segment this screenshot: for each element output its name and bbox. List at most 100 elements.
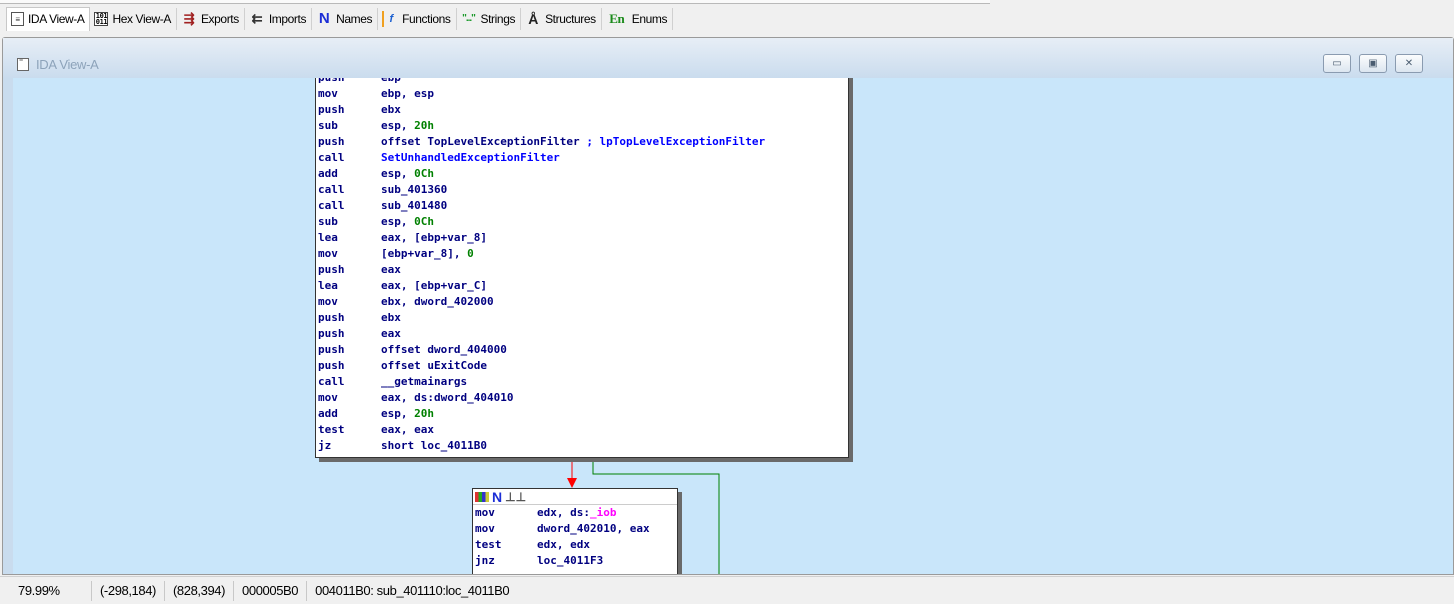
operands: eax, eax — [381, 423, 434, 436]
tab-strings[interactable]: "..." Strings — [457, 7, 522, 30]
functions-icon: f — [382, 10, 398, 27]
instruction-row[interactable]: call __getmainargs — [316, 374, 848, 390]
ida-view-window: ≡ IDA View-A ▭ ▣ ✕ pushebpmovebp, esppus… — [2, 37, 1454, 575]
graph-view[interactable]: pushebpmovebp, esppushebxsubesp, 20hpush… — [13, 78, 1453, 574]
mnemonic: call — [318, 183, 345, 196]
tab-ida-view-a[interactable]: ≡ IDA View-A — [6, 6, 91, 31]
tab-hex-view-a[interactable]: 101 011 Hex View-A — [90, 7, 177, 30]
operands: short loc_4011B0 — [381, 439, 487, 452]
mnemonic: mov — [475, 506, 495, 519]
code-block-entry[interactable]: pushebpmovebp, esppushebxsubesp, 20hpush… — [315, 78, 849, 458]
mnemonic: add — [318, 167, 338, 180]
operands: eax, [ebp+var_8] — [381, 231, 487, 244]
instruction-row[interactable]: mov ebp, esp — [316, 86, 848, 102]
operands: ebp — [381, 78, 401, 86]
instruction-row[interactable]: add esp, 20h — [316, 406, 848, 422]
restore-button[interactable]: ▣ — [1359, 54, 1387, 73]
cursor-coordinates: (-298,184) — [92, 580, 165, 601]
operands: eax, [ebp+var_C] — [381, 279, 487, 292]
mnemonic: push — [318, 327, 345, 340]
instruction-row[interactable]: sub esp, 20h — [316, 118, 848, 134]
operands: SetUnhandledExceptionFilter — [381, 151, 560, 164]
window-title-bar[interactable]: ≡ IDA View-A ▭ ▣ ✕ — [3, 38, 1453, 78]
instruction-row[interactable]: push offset uExitCode — [316, 358, 848, 374]
instruction-row[interactable]: mov dword_402010, eax — [473, 521, 677, 537]
operands: __getmainargs — [381, 375, 468, 388]
mnemonic: push — [318, 343, 345, 356]
tab-exports[interactable]: ⇶ Exports — [177, 7, 245, 30]
instruction-row[interactable]: push eax — [316, 326, 848, 342]
mnemonic: sub — [318, 119, 338, 132]
mnemonic: test — [318, 423, 345, 436]
instruction-row[interactable]: mov [ebp+var_8], 0 — [316, 246, 848, 262]
top-separator — [0, 0, 990, 4]
operands: ebp, esp — [381, 87, 434, 100]
instruction-row[interactable]: push offset TopLevelExceptionFilter ; lpT… — [316, 134, 848, 150]
tab-label: Names — [336, 11, 373, 26]
color-palette-icon[interactable] — [475, 491, 489, 502]
instruction-row[interactable]: push eax — [316, 262, 848, 278]
instruction-row[interactable]: push offset dword_404000 — [316, 342, 848, 358]
instruction-row[interactable]: jz short loc_4011B0 — [316, 438, 848, 454]
instruction-row[interactable]: mov eax, ds:dword_404010 — [316, 390, 848, 406]
instruction-row[interactable]: push ebx — [316, 102, 848, 118]
group-icon[interactable]: ⊥⊥ — [505, 489, 526, 505]
instruction-row[interactable]: lea eax, [ebp+var_8] — [316, 230, 848, 246]
operands: offset uExitCode — [381, 359, 487, 372]
current-location: 004011B0: sub_401110:loc_4011B0 — [315, 583, 510, 598]
tab-bar: ≡ IDA View-A 101 011 Hex View-A ⇶ Exports… — [0, 5, 1454, 32]
mnemonic: push — [318, 263, 345, 276]
strings-icon: "..." — [462, 13, 476, 24]
operands: eax — [381, 263, 401, 276]
operands: esp, 0Ch — [381, 167, 434, 180]
operands: esp, 0Ch — [381, 215, 434, 228]
hex-icon: 101 011 — [94, 11, 109, 26]
mnemonic: push — [318, 103, 345, 116]
mnemonic: lea — [318, 279, 338, 292]
operands: esp, 20h — [381, 119, 434, 132]
instruction-row[interactable]: push ebx — [316, 310, 848, 326]
tab-functions[interactable]: f Functions — [378, 7, 457, 30]
instruction-row[interactable]: jnz loc_4011F3 — [473, 553, 677, 569]
mnemonic: push — [316, 78, 381, 86]
instruction-row[interactable]: sub esp, 0Ch — [316, 214, 848, 230]
names-icon[interactable]: N — [492, 489, 502, 505]
tab-structures[interactable]: Å Structures — [521, 7, 602, 30]
arrow-down-icon — [567, 478, 577, 488]
tab-label: Hex View-A — [112, 11, 171, 26]
instruction-row[interactable]: add esp, 0Ch — [316, 166, 848, 182]
mnemonic: jz — [318, 439, 332, 452]
window-title: IDA View-A — [36, 57, 99, 72]
code-block-loc[interactable]: N ⊥⊥ mov edx, ds:_iob mov dword_402010, eax… — [472, 488, 678, 574]
mnemonic: test — [475, 538, 502, 551]
operands: [ebp+var_8], 0 — [381, 247, 474, 260]
close-button[interactable]: ✕ — [1395, 54, 1423, 73]
names-icon: N — [318, 10, 330, 27]
tab-names[interactable]: N Names — [312, 7, 379, 30]
operands: sub_401480 — [381, 199, 448, 212]
zoom-level: 79.99% — [0, 580, 92, 601]
instruction-row[interactable]: mov edx, ds:_iob — [473, 505, 677, 521]
instruction-row[interactable]: lea eax, [ebp+var_C] — [316, 278, 848, 294]
instruction-row[interactable]: mov ebx, dword_402000 — [316, 294, 848, 310]
mnemonic: jnz — [475, 554, 495, 567]
instruction-row[interactable]: call SetUnhandledExceptionFilter — [316, 150, 848, 166]
instruction-row[interactable]: test edx, edx — [473, 537, 677, 553]
mnemonic: call — [318, 199, 345, 212]
instruction-row[interactable]: call sub_401360 — [316, 182, 848, 198]
tab-label: Functions — [402, 11, 451, 26]
tab-enums[interactable]: En Enums — [602, 7, 674, 30]
mnemonic: call — [318, 151, 345, 164]
mnemonic: mov — [475, 522, 495, 535]
operands: offset TopLevelExceptionFilter ; lpTopLe… — [381, 135, 766, 148]
operands: esp, 20h — [381, 407, 434, 420]
tab-imports[interactable]: ⇇ Imports — [245, 7, 313, 30]
instruction-row[interactable]: pushebp — [316, 78, 848, 86]
tab-label: Structures — [545, 11, 596, 26]
minimize-button[interactable]: ▭ — [1323, 54, 1351, 73]
operands: eax — [381, 327, 401, 340]
enums-icon: En — [609, 10, 625, 26]
instruction-row[interactable]: test eax, eax — [316, 422, 848, 438]
structures-icon: Å — [528, 10, 538, 27]
instruction-row[interactable]: call sub_401480 — [316, 198, 848, 214]
